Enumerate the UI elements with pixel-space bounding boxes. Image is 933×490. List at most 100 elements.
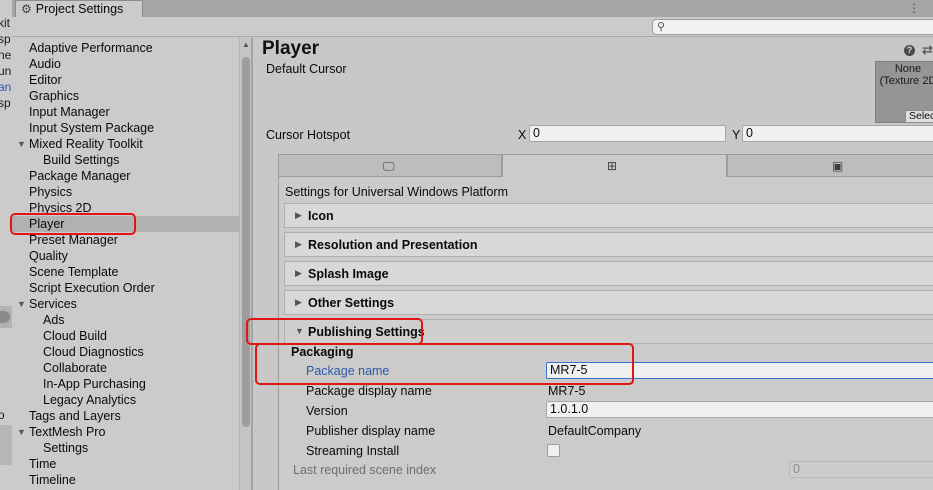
sidebar-item-label: Preset Manager (29, 233, 118, 247)
sidebar-item-label: Settings (43, 441, 89, 455)
sidebar-item-input-system-package[interactable]: Input System Package (12, 120, 239, 136)
package-name-field[interactable]: MR7-5 (546, 362, 933, 379)
streaming-install-checkbox[interactable] (547, 444, 560, 457)
project-settings-window: ⚙ Project Settings ⋮ ⚲ Adaptive Performa… (12, 0, 933, 490)
section-icon[interactable]: ▶ Icon (284, 203, 933, 228)
expand-arrow-icon[interactable]: ▼ (17, 424, 26, 440)
sidebar-item-label: In-App Purchasing (43, 377, 146, 391)
expanded-arrow-icon: ▼ (295, 326, 304, 336)
section-splash-image[interactable]: ▶ Splash Image (284, 261, 933, 286)
strip-fragment: sp (0, 96, 11, 110)
sidebar-item-time[interactable]: Time (12, 456, 239, 472)
package-display-name-value: MR7-5 (548, 384, 586, 398)
sidebar-item-label: Tags and Layers (29, 409, 121, 423)
sidebar-item-label: Physics 2D (29, 201, 92, 215)
section-other-settings[interactable]: ▶ Other Settings (284, 290, 933, 315)
toolbar: ⚲ (12, 17, 933, 37)
sidebar-item-textmesh-pro[interactable]: ▼ TextMesh Pro (12, 424, 239, 440)
expand-arrow-icon[interactable]: ▼ (17, 296, 26, 312)
platform-settings-panel: Settings for Universal Windows Platform … (278, 177, 933, 490)
sidebar-item-audio[interactable]: Audio (12, 56, 239, 72)
sidebar-item-label: Services (29, 297, 77, 311)
sidebar-item-settings[interactable]: Settings (12, 440, 239, 456)
hotspot-y-field[interactable]: 0 (742, 125, 933, 142)
packaging-heading: Packaging (291, 345, 354, 359)
scroll-up-arrow-icon[interactable]: ▲ (242, 40, 250, 49)
sidebar-item-legacy-analytics[interactable]: Legacy Analytics (12, 392, 239, 408)
sidebar-item-quality[interactable]: Quality (12, 248, 239, 264)
sidebar-item-graphics[interactable]: Graphics (12, 88, 239, 104)
sidebar-item-tags-and-layers[interactable]: Tags and Layers (12, 408, 239, 424)
sidebar-item-cloud-diagnostics[interactable]: Cloud Diagnostics (12, 344, 239, 360)
package-display-name-label: Package display name (306, 384, 432, 398)
sidebar-item-mixed-reality-toolkit[interactable]: ▼ Mixed Reality Toolkit (12, 136, 239, 152)
last-scene-index-label: Last required scene index (293, 463, 437, 477)
sidebar-item-scene-template[interactable]: Scene Template (12, 264, 239, 280)
expand-arrow-icon[interactable]: ▼ (17, 136, 26, 152)
sidebar-item-services[interactable]: ▼ Services (12, 296, 239, 312)
sidebar-item-physics-2d[interactable]: Physics 2D (12, 200, 239, 216)
sidebar-item-label: Cloud Diagnostics (43, 345, 144, 359)
sidebar-item-label: TextMesh Pro (29, 425, 106, 439)
sidebar-scrollbar[interactable]: ▲ (239, 38, 251, 490)
sidebar-item-ads[interactable]: Ads (12, 312, 239, 328)
sidebar-item-collaborate[interactable]: Collaborate (12, 360, 239, 376)
cursor-hotspot-label: Cursor Hotspot (266, 128, 351, 142)
package-name-label: Package name (306, 364, 390, 378)
cursor-texture-field[interactable]: None (Texture 2D Select (875, 61, 933, 123)
sidebar-item-editor[interactable]: Editor (12, 72, 239, 88)
sidebar-item-label: Input Manager (29, 105, 110, 119)
sidebar-item-adaptive-performance[interactable]: Adaptive Performance (12, 40, 239, 56)
sidebar-item-label: Adaptive Performance (29, 41, 153, 55)
section-publishing-settings[interactable]: ▼ Publishing Settings (284, 319, 933, 344)
sidebar-item-script-execution-order[interactable]: Script Execution Order (12, 280, 239, 296)
sidebar-item-physics[interactable]: Physics (12, 184, 239, 200)
presets-icon[interactable]: ⇄ (922, 42, 933, 58)
hotspot-x-field[interactable]: 0 (529, 125, 726, 142)
sidebar-item-label: Audio (29, 57, 61, 71)
settings-sidebar: Adaptive Performance Audio Editor Graphi… (12, 38, 239, 490)
tab-project-settings[interactable]: ⚙ Project Settings (15, 0, 143, 17)
sidebar-item-timeline[interactable]: Timeline (12, 472, 239, 488)
sidebar-item-label: Time (29, 457, 57, 471)
section-label: Other Settings (308, 296, 395, 310)
android-icon: ▣ (832, 159, 844, 173)
section-resolution-and-presentation[interactable]: ▶ Resolution and Presentation (284, 232, 933, 257)
help-icon[interactable]: ? (904, 45, 915, 56)
scrollbar-thumb[interactable] (242, 57, 250, 427)
player-settings-panel: Player ? ⇄ Default Cursor None (Texture … (253, 38, 933, 490)
tab-android[interactable]: ▣ (727, 154, 933, 177)
sidebar-item-label: Collaborate (43, 361, 107, 375)
hotspot-x-label: X (518, 128, 527, 142)
sidebar-item-label: Graphics (29, 89, 80, 103)
search-input[interactable]: ⚲ (652, 19, 933, 35)
texture-none-label: None (894, 63, 922, 75)
collapsed-arrow-icon: ▶ (295, 297, 302, 307)
platform-heading: Settings for Universal Windows Platform (285, 185, 508, 199)
sidebar-item-build-settings[interactable]: Build Settings (12, 152, 239, 168)
hotspot-y-label: Y (732, 128, 741, 142)
collapsed-arrow-icon: ▶ (295, 210, 302, 220)
sidebar-item-label: Ads (43, 313, 65, 327)
tab-bar: ⚙ Project Settings ⋮ (12, 0, 933, 17)
sidebar-item-label: Physics (29, 185, 73, 199)
strip-band (0, 425, 12, 465)
sidebar-item-package-manager[interactable]: Package Manager (12, 168, 239, 184)
strip-fragment: kit (0, 16, 10, 30)
tab-universal-windows[interactable]: ⊞ (502, 154, 727, 177)
kebab-menu-icon[interactable]: ⋮ (908, 1, 920, 15)
tab-standalone[interactable]: 🖵 (278, 154, 502, 177)
strip-fragment: o (0, 408, 5, 422)
sidebar-item-label: Editor (29, 73, 62, 87)
sidebar-item-preset-manager[interactable]: Preset Manager (12, 232, 239, 248)
last-scene-index-field[interactable]: 0 (789, 461, 933, 478)
section-label: Icon (308, 209, 334, 223)
sidebar-item-cloud-build[interactable]: Cloud Build (12, 328, 239, 344)
sidebar-item-in-app-purchasing[interactable]: In-App Purchasing (12, 376, 239, 392)
sidebar-item-label: Timeline (29, 473, 76, 487)
version-field[interactable]: 1.0.1.0 (546, 401, 933, 418)
texture-select-button[interactable]: Select (905, 110, 933, 123)
sidebar-item-input-manager[interactable]: Input Manager (12, 104, 239, 120)
sidebar-item-player[interactable]: Player (12, 216, 239, 232)
left-panel-strip: kit sp ne un an sp o (0, 0, 12, 490)
